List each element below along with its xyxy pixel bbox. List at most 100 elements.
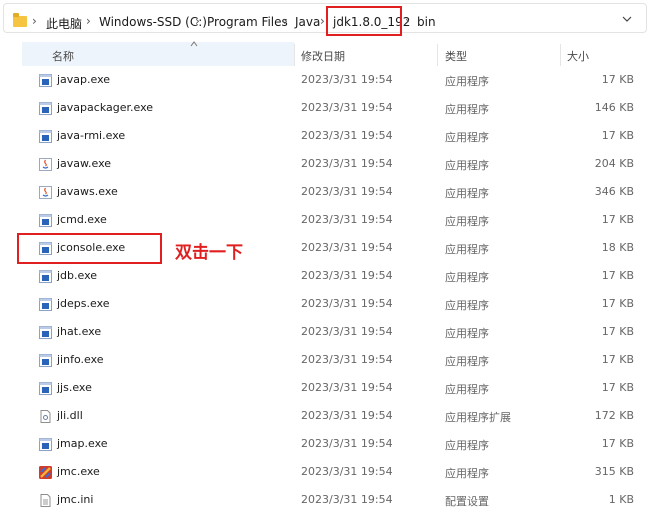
file-row[interactable]: jdeps.exe 2023/3/31 19:54 应用程序 17 KB [0, 290, 650, 318]
column-divider[interactable] [437, 44, 438, 66]
file-name: java-rmi.exe [57, 129, 126, 142]
file-type: 应用程序 [445, 75, 489, 88]
sort-ascending-icon [190, 41, 198, 47]
file-row[interactable]: javapackager.exe 2023/3/31 19:54 应用程序 146 K… [0, 94, 650, 122]
file-size: 17 KB [601, 73, 634, 86]
file-size: 17 KB [601, 437, 634, 450]
breadcrumb-separator-icon: › [320, 14, 325, 28]
file-type: 应用程序 [445, 299, 489, 312]
file-modified-date: 2023/3/31 19:54 [301, 465, 393, 478]
exe-icon [39, 100, 52, 115]
column-header-row: 名称 修改日期 类型 大小 [22, 41, 650, 66]
file-row[interactable]: jcmd.exe 2023/3/31 19:54 应用程序 17 KB [0, 206, 650, 234]
java-exe-icon [39, 156, 52, 171]
file-type: 应用程序 [445, 355, 489, 368]
chevron-down-icon[interactable] [622, 14, 632, 24]
file-modified-date: 2023/3/31 19:54 [301, 381, 393, 394]
exe-icon [39, 268, 52, 283]
exe-icon [39, 212, 52, 227]
file-size: 204 KB [594, 157, 634, 170]
file-modified-date: 2023/3/31 19:54 [301, 101, 393, 114]
column-header-size[interactable]: 大小 [567, 48, 589, 64]
exe-icon [39, 324, 52, 339]
column-divider[interactable] [560, 44, 561, 66]
file-modified-date: 2023/3/31 19:54 [301, 409, 393, 422]
file-modified-date: 2023/3/31 19:54 [301, 269, 393, 282]
file-modified-date: 2023/3/31 19:54 [301, 73, 393, 86]
file-size: 18 KB [601, 241, 634, 254]
file-size: 315 KB [594, 465, 634, 478]
file-type: 应用程序 [445, 215, 489, 228]
annotation-text: 双击一下 [175, 243, 243, 263]
exe-icon [39, 436, 52, 451]
file-type: 应用程序 [445, 327, 489, 340]
file-name: jinfo.exe [57, 353, 104, 366]
file-size: 17 KB [601, 129, 634, 142]
breadcrumb-drive[interactable]: Windows-SSD (C:) [99, 15, 207, 29]
file-size: 17 KB [601, 353, 634, 366]
file-name: jjs.exe [57, 381, 92, 394]
file-type: 应用程序 [445, 383, 489, 396]
file-type: 应用程序 [445, 131, 489, 144]
column-header-date[interactable]: 修改日期 [301, 48, 345, 64]
file-row[interactable]: javaw.exe 2023/3/31 19:54 应用程序 204 KB [0, 150, 650, 178]
file-modified-date: 2023/3/31 19:54 [301, 185, 393, 198]
file-row[interactable]: jli.dll 2023/3/31 19:54 应用程序扩展 172 KB [0, 402, 650, 430]
file-size: 17 KB [601, 213, 634, 226]
file-name: jdb.exe [57, 269, 98, 282]
file-name: javapackager.exe [57, 101, 154, 114]
file-row[interactable]: jmap.exe 2023/3/31 19:54 应用程序 17 KB [0, 430, 650, 458]
file-name: jhat.exe [57, 325, 102, 338]
file-name: jli.dll [57, 409, 83, 422]
column-divider[interactable] [294, 44, 295, 66]
file-type: 应用程序 [445, 271, 489, 284]
file-size: 172 KB [594, 409, 634, 422]
dll-icon [39, 408, 52, 423]
address-field[interactable]: › 此电脑 › Windows-SSD (C:) › Program Files… [3, 3, 647, 33]
file-modified-date: 2023/3/31 19:54 [301, 325, 393, 338]
file-row[interactable]: jhat.exe 2023/3/31 19:54 应用程序 17 KB [0, 318, 650, 346]
breadcrumb-separator-icon: › [283, 14, 288, 28]
file-type: 应用程序 [445, 159, 489, 172]
file-type: 应用程序扩展 [445, 411, 511, 424]
file-size: 17 KB [601, 297, 634, 310]
file-modified-date: 2023/3/31 19:54 [301, 353, 393, 366]
file-name: jmc.exe [57, 465, 100, 478]
file-row[interactable]: jdb.exe 2023/3/31 19:54 应用程序 17 KB [0, 262, 650, 290]
file-type: 应用程序 [445, 467, 489, 480]
file-name: javaw.exe [57, 157, 112, 170]
file-modified-date: 2023/3/31 19:54 [301, 157, 393, 170]
file-row[interactable]: java-rmi.exe 2023/3/31 19:54 应用程序 17 KB [0, 122, 650, 150]
file-name: jmap.exe [57, 437, 108, 450]
file-row[interactable]: javaws.exe 2023/3/31 19:54 应用程序 346 KB [0, 178, 650, 206]
file-size: 17 KB [601, 325, 634, 338]
file-row[interactable]: jmc.exe 2023/3/31 19:54 应用程序 315 KB [0, 458, 650, 486]
file-row[interactable]: jinfo.exe 2023/3/31 19:54 应用程序 17 KB [0, 346, 650, 374]
exe-icon [39, 128, 52, 143]
breadcrumb-this-pc[interactable]: 此电脑 [46, 15, 82, 32]
file-type: 应用程序 [445, 439, 489, 452]
breadcrumb-java[interactable]: Java [295, 15, 320, 29]
file-size: 1 KB [608, 493, 634, 506]
file-row[interactable]: javap.exe 2023/3/31 19:54 应用程序 17 KB [0, 66, 650, 94]
file-type: 配置设置 [445, 495, 489, 508]
file-modified-date: 2023/3/31 19:54 [301, 437, 393, 450]
column-header-type[interactable]: 类型 [445, 48, 467, 64]
column-header-name[interactable]: 名称 [52, 48, 74, 64]
breadcrumb-separator-icon: › [195, 14, 200, 28]
exe-icon [39, 352, 52, 367]
file-name: jmc.ini [57, 493, 94, 506]
file-row[interactable]: jjs.exe 2023/3/31 19:54 应用程序 17 KB [0, 374, 650, 402]
file-type: 应用程序 [445, 187, 489, 200]
breadcrumb-highlight-box [326, 6, 402, 36]
breadcrumb-program-files[interactable]: Program Files [207, 15, 288, 29]
file-modified-date: 2023/3/31 19:54 [301, 297, 393, 310]
file-row[interactable]: jmc.ini 2023/3/31 19:54 配置设置 1 KB [0, 486, 650, 514]
breadcrumb-bin[interactable]: bin [417, 15, 436, 29]
ini-icon [39, 492, 52, 507]
java-exe-icon [39, 184, 52, 199]
file-size: 17 KB [601, 269, 634, 282]
file-type: 应用程序 [445, 103, 489, 116]
file-modified-date: 2023/3/31 19:54 [301, 241, 393, 254]
exe-icon [39, 380, 52, 395]
